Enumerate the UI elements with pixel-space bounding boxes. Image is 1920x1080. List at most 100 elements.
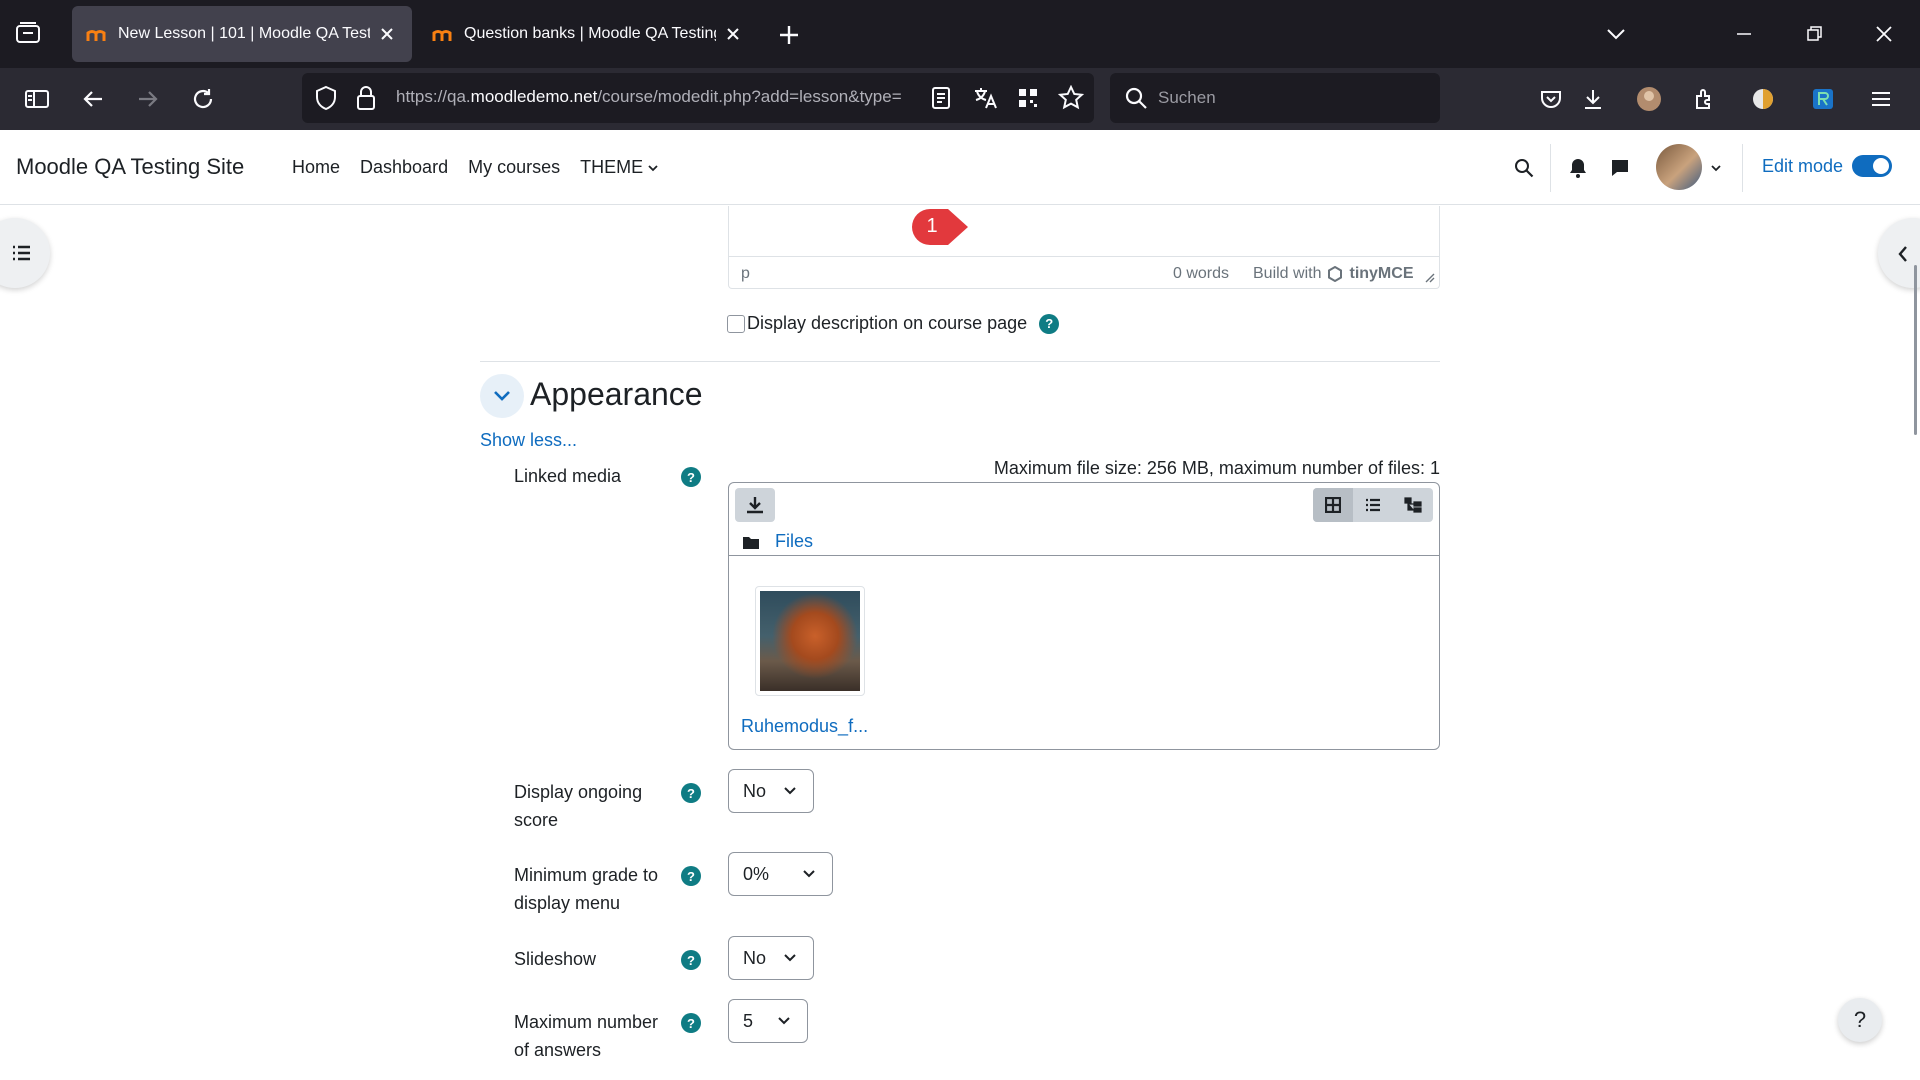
chevron-left-icon bbox=[1898, 246, 1907, 262]
slideshow-label: Slideshow bbox=[514, 945, 596, 973]
linked-media-label: Linked media bbox=[514, 466, 622, 486]
minimum-grade-select[interactable]: 0% bbox=[728, 852, 833, 896]
chevron-down-icon[interactable] bbox=[1710, 163, 1722, 173]
display-ongoing-score-label: Display ongoing score bbox=[514, 778, 642, 834]
minimum-grade-label: Minimum grade to display menu bbox=[514, 861, 658, 917]
file-manager-path: Files bbox=[743, 531, 813, 552]
help-icon[interactable]: ? bbox=[681, 467, 701, 487]
site-header: Moodle QA Testing Site Home Dashboard My… bbox=[0, 130, 1920, 205]
tab-title: Question banks | Moodle QA Testing Si bbox=[464, 25, 716, 42]
reader-extension-icon[interactable] bbox=[1808, 84, 1838, 114]
tab-list-icon[interactable] bbox=[14, 20, 46, 48]
file-limits-note: Maximum file size: 256 MB, maximum numbe… bbox=[993, 458, 1440, 478]
view-switcher bbox=[1313, 488, 1433, 522]
resize-handle-icon[interactable] bbox=[1423, 271, 1435, 283]
display-description-checkbox[interactable] bbox=[727, 314, 745, 333]
close-tab-icon[interactable] bbox=[376, 23, 398, 45]
list-icon bbox=[13, 245, 30, 261]
file-name-link[interactable]: Ruhemodus_f... bbox=[741, 716, 868, 737]
chevron-down-icon bbox=[784, 787, 796, 795]
nav-home[interactable]: Home bbox=[292, 157, 340, 178]
select-value: No bbox=[743, 780, 767, 801]
url-bar[interactable]: https://qa.moodledemo.net/course/modedit… bbox=[302, 73, 1094, 123]
help-icon[interactable]: ? bbox=[681, 866, 701, 886]
slideshow-select[interactable]: No bbox=[728, 936, 814, 980]
label-line: score bbox=[514, 810, 559, 830]
download-icon[interactable] bbox=[1578, 84, 1608, 114]
display-ongoing-score-select[interactable]: No bbox=[728, 769, 814, 813]
tab-overflow-chevron-icon[interactable] bbox=[1602, 20, 1630, 48]
tab-title: New Lesson | 101 | Moodle QA Testing bbox=[118, 25, 370, 42]
tab-new-lesson[interactable]: New Lesson | 101 | Moodle QA Testing bbox=[72, 6, 412, 62]
label-line: Display ongoing bbox=[514, 782, 643, 802]
close-window-icon[interactable] bbox=[1870, 20, 1898, 48]
reader-view-icon[interactable] bbox=[930, 86, 952, 110]
help-icon[interactable]: ? bbox=[681, 950, 701, 970]
editor-element-path[interactable]: p bbox=[741, 265, 750, 283]
help-icon[interactable]: ? bbox=[1039, 313, 1060, 334]
pocket-icon[interactable] bbox=[1536, 84, 1566, 114]
messages-icon[interactable] bbox=[1608, 156, 1632, 180]
notifications-bell-icon[interactable] bbox=[1566, 156, 1590, 180]
header-divider bbox=[1742, 144, 1743, 192]
close-tab-icon[interactable] bbox=[722, 23, 744, 45]
display-description-label[interactable]: Display description on course page bbox=[747, 313, 1027, 334]
menu-icon[interactable] bbox=[1866, 84, 1896, 114]
page-scrollbar[interactable] bbox=[1914, 265, 1917, 435]
translate-icon[interactable] bbox=[972, 85, 998, 111]
select-value: 5 bbox=[743, 1010, 754, 1031]
minimize-icon[interactable] bbox=[1730, 20, 1758, 48]
list-icon bbox=[1366, 498, 1380, 512]
help-icon[interactable]: ? bbox=[681, 783, 701, 803]
show-less-link[interactable]: Show less... bbox=[480, 430, 577, 451]
lock-icon[interactable] bbox=[356, 85, 376, 111]
moodle-favicon-icon bbox=[432, 30, 452, 41]
browser-search-field[interactable]: Suchen bbox=[1110, 73, 1440, 123]
sidebar-toggle-icon[interactable] bbox=[22, 84, 52, 114]
view-list-button[interactable] bbox=[1353, 488, 1393, 522]
addon-icon[interactable] bbox=[1748, 84, 1778, 114]
site-name[interactable]: Moodle QA Testing Site bbox=[16, 154, 244, 180]
tinymce-logo-icon bbox=[1328, 266, 1343, 282]
new-tab-icon[interactable] bbox=[776, 22, 802, 48]
select-value: 0% bbox=[743, 863, 770, 884]
qr-code-icon[interactable] bbox=[1016, 86, 1040, 110]
description-editor[interactable]: p 0 words Build with tinyMCE bbox=[728, 206, 1440, 289]
chevron-down-icon bbox=[648, 164, 658, 171]
nav-dashboard[interactable]: Dashboard bbox=[360, 157, 448, 178]
user-avatar[interactable] bbox=[1656, 144, 1702, 190]
build-with-label: Build with bbox=[1253, 265, 1322, 282]
course-index-drawer-button[interactable] bbox=[0, 218, 50, 288]
editor-branding[interactable]: Build with tinyMCE bbox=[1253, 265, 1413, 283]
shield-icon[interactable] bbox=[314, 85, 338, 111]
bookmark-star-icon[interactable] bbox=[1058, 85, 1084, 111]
extensions-icon[interactable] bbox=[1690, 84, 1720, 114]
add-file-button[interactable] bbox=[735, 488, 775, 522]
nav-theme-menu[interactable]: THEME bbox=[580, 157, 659, 178]
files-folder-link[interactable]: Files bbox=[775, 531, 813, 552]
folder-icon bbox=[743, 536, 759, 549]
forward-icon[interactable] bbox=[133, 84, 163, 114]
display-description-row: Display description on course page ? bbox=[727, 313, 1060, 334]
view-icons-button[interactable] bbox=[1313, 488, 1353, 522]
file-manager-toolbar: Files bbox=[729, 483, 1439, 556]
account-avatar-icon[interactable] bbox=[1634, 84, 1664, 114]
search-icon[interactable] bbox=[1512, 156, 1536, 180]
search-placeholder: Suchen bbox=[1158, 88, 1216, 107]
step-marker-number: 1 bbox=[926, 215, 938, 237]
file-manager: Files Ruhemodus_f... bbox=[728, 482, 1440, 750]
select-value: No bbox=[743, 947, 767, 968]
restore-icon[interactable] bbox=[1800, 20, 1828, 48]
help-icon[interactable]: ? bbox=[681, 1013, 701, 1033]
collapse-section-button[interactable] bbox=[480, 374, 524, 418]
primary-navigation: Home Dashboard My courses THEME bbox=[292, 157, 659, 178]
file-thumbnail[interactable] bbox=[755, 586, 865, 696]
view-tree-button[interactable] bbox=[1393, 488, 1433, 522]
reload-icon[interactable] bbox=[188, 84, 218, 114]
back-icon[interactable] bbox=[78, 84, 108, 114]
maximum-answers-select[interactable]: 5 bbox=[728, 999, 808, 1043]
edit-mode-toggle[interactable] bbox=[1852, 155, 1892, 177]
tab-question-banks[interactable]: Question banks | Moodle QA Testing Si bbox=[418, 6, 758, 62]
nav-my-courses[interactable]: My courses bbox=[468, 157, 560, 178]
help-footer-button[interactable]: ? bbox=[1838, 998, 1882, 1042]
